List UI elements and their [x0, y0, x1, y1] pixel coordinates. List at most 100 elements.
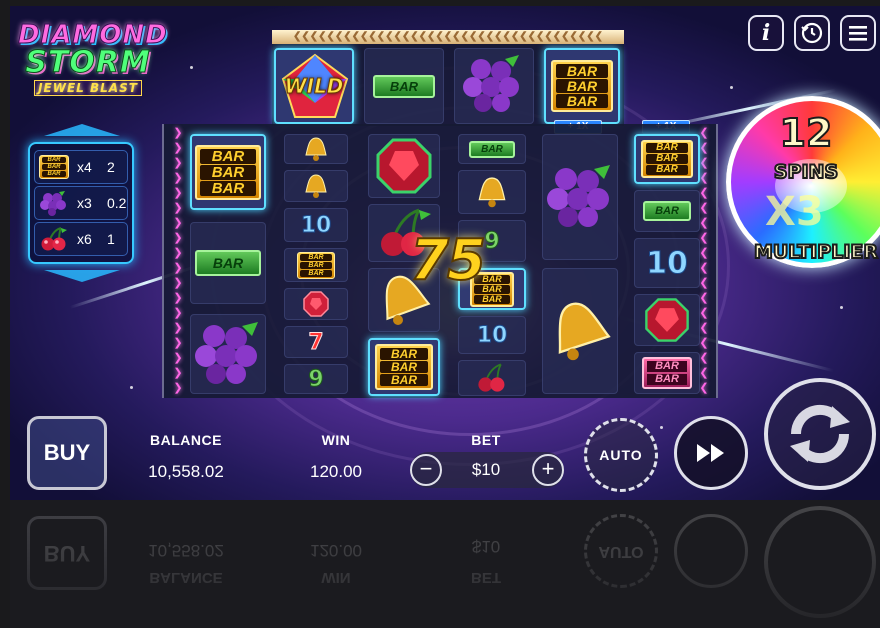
triple-bar-symbol: BAR BAR BAR	[375, 344, 433, 390]
star	[190, 66, 193, 69]
reel-cell	[542, 134, 618, 260]
bar-text: BAR	[646, 143, 688, 153]
info-icon: i	[761, 20, 771, 46]
single-bar-symbol: BAR	[373, 74, 435, 98]
reel-cell	[284, 134, 348, 164]
reel-cell	[458, 170, 526, 214]
free-spins-count: 12	[779, 110, 834, 156]
nine-symbol: 9	[308, 366, 324, 392]
reel-cell	[284, 170, 348, 202]
bell-symbol	[478, 177, 506, 208]
bar-text: BAR	[646, 154, 688, 164]
top-reel-bank: WILD BAR BAR BAR BAR	[272, 30, 624, 126]
bar-text: BAR	[200, 164, 256, 180]
reel-cell: 7	[284, 326, 348, 358]
cherries-icon	[39, 226, 69, 252]
paytable-row: BAR BAR BAR x4 2	[34, 150, 128, 184]
bell-symbol	[558, 302, 611, 361]
bar-text: BAR	[647, 361, 687, 372]
paytable-panel: BAR BAR BAR x4 2 x3 0.2 x6 1	[28, 142, 134, 264]
star	[660, 426, 663, 429]
reel-cell	[458, 360, 526, 396]
star	[130, 386, 133, 389]
triple-bar-icon: BAR BAR BAR	[39, 154, 69, 180]
paytable-multiplier: x6	[77, 231, 92, 247]
bar-text: BAR	[556, 64, 608, 78]
bar-text: BAR	[42, 157, 66, 163]
reel-cell: 9	[284, 364, 348, 394]
info-button[interactable]: i	[748, 15, 784, 51]
reel-cell: BAR	[364, 48, 444, 124]
grapes-symbol	[547, 165, 610, 227]
paytable-payout: 1	[107, 231, 115, 247]
bar-text: BAR	[42, 164, 66, 170]
paytable-up-arrow	[44, 124, 120, 136]
ten-symbol: 10	[300, 212, 332, 238]
bet-decrease-button[interactable]: −	[410, 454, 442, 486]
logo-line-3: JEWEL BLAST	[34, 80, 142, 96]
paytable-multiplier: x4	[77, 159, 92, 175]
bar-text: BAR	[200, 148, 256, 164]
reel-cell	[368, 134, 440, 198]
reel-cell: BAR	[190, 222, 266, 304]
history-icon	[801, 22, 823, 44]
reel-cell	[634, 294, 700, 346]
reel-cell	[542, 268, 618, 394]
win-value: 120.00	[310, 462, 362, 481]
auto-label: AUTO	[599, 447, 643, 463]
buy-feature-button[interactable]: BUY	[27, 416, 107, 490]
bell-symbol	[305, 137, 327, 161]
ruby-symbol	[303, 291, 329, 317]
top-chevron-strip: ❮❮❮❮❮❮❮❮❮❮❮❮❮❮❮❮❮❮❮❮❮❮❮❮❮❮❮❮❮❮❮❮❮❮❮❮❮	[272, 30, 624, 44]
multiplier-label: MULTIPLIER	[753, 240, 879, 264]
buy-label: BUY	[43, 440, 91, 465]
reel-cell: WILD	[274, 48, 354, 124]
wheel-multiplier-value: X3	[765, 189, 824, 235]
reel-1: BAR BAR BAR BAR	[188, 124, 268, 398]
bar-text: BAR	[556, 79, 608, 93]
free-spins-wheel: X3 12 SPINS MULTIPLIER	[726, 96, 880, 268]
single-bar-symbol: BAR	[195, 250, 261, 276]
reel-cell: BAR BAR BAR	[544, 48, 620, 124]
ruby-symbol	[645, 298, 689, 342]
paytable-payout: 2	[107, 159, 115, 175]
bar-text: BAR	[380, 348, 428, 360]
win-label: WIN	[321, 432, 351, 448]
plus-icon: +	[541, 456, 555, 481]
bar-text: BAR	[556, 94, 608, 108]
wild-label: WILD	[284, 74, 344, 99]
menu-button[interactable]	[840, 15, 876, 51]
bar-text: BAR	[300, 253, 332, 261]
spin-button[interactable]	[764, 378, 876, 490]
star	[730, 86, 733, 89]
reel-cell	[284, 288, 348, 320]
reel-cell: 10	[284, 208, 348, 242]
free-spins-label: SPINS	[773, 160, 839, 184]
floor-reflection: BUY BALANCE 10,558.02 WIN 120.00 BET $10…	[10, 500, 880, 628]
reel-cell: BAR BAR	[634, 352, 700, 394]
autoplay-button[interactable]: AUTO	[584, 418, 658, 492]
nine-symbol: 9	[484, 228, 500, 254]
bet-increase-button[interactable]: +	[532, 454, 564, 486]
reel-cell: BAR BAR BAR	[190, 134, 266, 210]
turbo-button[interactable]	[674, 416, 748, 490]
triple-bar-symbol: BAR BAR BAR	[641, 140, 693, 178]
ruby-symbol	[376, 138, 432, 194]
paytable-row: x6 1	[34, 222, 128, 256]
history-button[interactable]	[794, 15, 830, 51]
menu-icon	[849, 26, 867, 41]
double-bar-symbol: BAR BAR	[642, 357, 692, 389]
bet-value: $10	[471, 460, 501, 479]
balance-value: 10,558.02	[148, 462, 224, 481]
bar-text: BAR	[474, 294, 510, 304]
paytable-payout: 0.2	[107, 195, 127, 211]
ten-symbol: 10	[646, 245, 689, 281]
fast-forward-icon	[697, 444, 724, 462]
reel-2: 10 BAR BAR BAR 7 9	[276, 124, 356, 398]
bar-text: BAR	[42, 171, 66, 177]
paytable-row: x3 0.2	[34, 186, 128, 220]
triple-bar-symbol: BAR BAR BAR	[195, 144, 261, 200]
reel-cell: BAR BAR BAR	[368, 338, 440, 396]
reel-6: BAR BAR BAR BAR 10 BAR BAR	[628, 124, 708, 398]
game-logo: DIAMOND STORM JEWEL BLAST	[18, 22, 167, 96]
